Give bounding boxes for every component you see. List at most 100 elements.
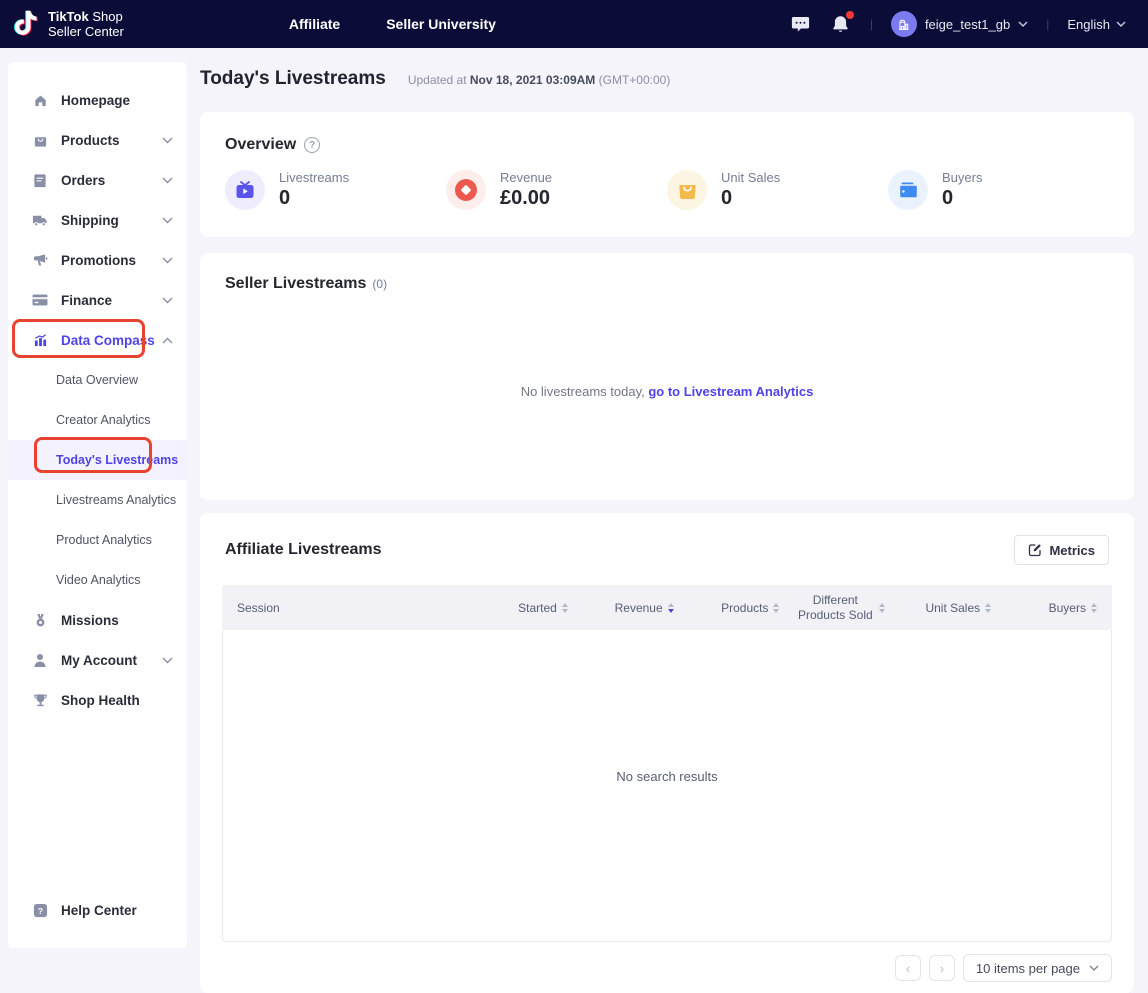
user-menu[interactable]: feige_test1_gb xyxy=(891,11,1028,37)
seller-livestreams-title: Seller Livestreams xyxy=(225,275,366,293)
sidebar-item-homepage[interactable]: Homepage xyxy=(8,80,187,120)
column-revenue: Revenue xyxy=(568,601,674,615)
sidebar-item-my-account[interactable]: My Account xyxy=(8,640,187,680)
chevron-down-icon xyxy=(162,257,173,264)
metrics-button-label: Metrics xyxy=(1049,543,1095,558)
finance-icon xyxy=(32,292,48,308)
unit-sales-bag-icon xyxy=(667,170,707,210)
svg-text:?: ? xyxy=(37,905,42,915)
overview-title: Overview xyxy=(225,136,296,154)
sidebar-item-data-compass[interactable]: Data Compass xyxy=(8,320,187,360)
logo-brand: TikTok xyxy=(48,9,89,24)
table-body-empty: No search results xyxy=(222,630,1112,942)
seller-livestreams-card: Seller Livestreams (0) No livestreams to… xyxy=(200,253,1134,500)
missions-icon xyxy=(32,612,48,628)
chevron-down-icon xyxy=(1116,21,1126,27)
chevron-down-icon xyxy=(1089,965,1099,971)
metrics-button[interactable]: Metrics xyxy=(1014,535,1109,565)
metric-label: Livestreams xyxy=(279,170,349,185)
seller-livestreams-title-row: Seller Livestreams (0) xyxy=(225,275,1109,293)
updated-prefix: Updated at xyxy=(408,73,467,87)
nav-affiliate[interactable]: Affiliate xyxy=(289,16,340,32)
language-selector[interactable]: English xyxy=(1067,17,1126,32)
items-per-page-label: 10 items per page xyxy=(976,961,1080,976)
updated-time: Nov 18, 2021 03:09AM xyxy=(470,73,595,87)
sidebar-subitem-product-analytics[interactable]: Product Analytics xyxy=(8,520,187,560)
column-label: Buyers xyxy=(1049,601,1086,615)
no-results-message: No search results xyxy=(616,769,717,784)
metric-label: Revenue xyxy=(500,170,552,185)
sidebar-item-label: Data Compass xyxy=(61,333,162,348)
metric-label: Unit Sales xyxy=(721,170,780,185)
sidebar-subitem-data-overview[interactable]: Data Overview xyxy=(8,360,187,400)
help-icon: ? xyxy=(32,902,48,918)
next-page-button[interactable]: › xyxy=(929,955,955,981)
page-title: Today's Livestreams xyxy=(200,68,386,90)
metric-revenue: Revenue £0.00 xyxy=(446,170,667,210)
sidebar-item-label: Shipping xyxy=(61,213,162,228)
sidebar-item-shipping[interactable]: Shipping xyxy=(8,200,187,240)
sidebar-item-help-center[interactable]: ? Help Center xyxy=(8,890,187,930)
sort-icon[interactable] xyxy=(1091,603,1097,613)
column-label: Started xyxy=(518,601,557,615)
sidebar-item-promotions[interactable]: Promotions xyxy=(8,240,187,280)
chevron-down-icon xyxy=(162,217,173,224)
chevron-down-icon xyxy=(1018,21,1028,27)
updated-timestamp: Updated at Nov 18, 2021 03:09AM (GMT+00:… xyxy=(408,73,671,87)
sidebar-subitem-label: Creator Analytics xyxy=(56,413,150,427)
items-per-page-select[interactable]: 10 items per page xyxy=(963,954,1112,982)
livestream-analytics-link[interactable]: go to Livestream Analytics xyxy=(648,384,813,399)
logo-brand-suffix: Shop xyxy=(92,9,122,24)
products-icon xyxy=(32,132,48,148)
metric-unit-sales: Unit Sales 0 xyxy=(667,170,888,210)
data-compass-icon xyxy=(32,332,48,348)
empty-message: No livestreams today, xyxy=(521,384,645,399)
sidebar-subitem-creator-analytics[interactable]: Creator Analytics xyxy=(8,400,187,440)
chevron-down-icon xyxy=(162,177,173,184)
overview-metrics: Livestreams 0 Revenue £0.00 Unit Sales xyxy=(225,170,1109,210)
affiliate-header-row: Affiliate Livestreams Metrics xyxy=(222,535,1112,565)
column-buyers: Buyers xyxy=(991,601,1097,615)
overview-title-row: Overview ? xyxy=(225,136,1109,154)
help-question-icon[interactable]: ? xyxy=(304,137,320,153)
topbar-separator: | xyxy=(870,17,873,31)
sidebar-item-products[interactable]: Products xyxy=(8,120,187,160)
nav-seller-university[interactable]: Seller University xyxy=(386,16,496,32)
shop-health-icon xyxy=(32,692,48,708)
chevron-down-icon xyxy=(162,137,173,144)
metric-livestreams: Livestreams 0 xyxy=(225,170,446,210)
page-header: Today's Livestreams Updated at Nov 18, 2… xyxy=(200,62,1134,90)
shipping-icon xyxy=(32,212,48,228)
orders-icon xyxy=(32,172,48,188)
livestream-tv-icon xyxy=(225,170,265,210)
topbar-separator: | xyxy=(1046,17,1049,31)
tiktok-shop-logo[interactable]: TikTok Shop Seller Center xyxy=(14,9,124,39)
main-content: Today's Livestreams Updated at Nov 18, 2… xyxy=(200,62,1134,965)
sidebar-item-shop-health[interactable]: Shop Health xyxy=(8,680,187,720)
topbar-nav: Affiliate Seller University xyxy=(289,16,496,32)
sidebar-item-missions[interactable]: Missions xyxy=(8,600,187,640)
sidebar-item-orders[interactable]: Orders xyxy=(8,160,187,200)
sidebar: Homepage Products Orders Shipping Promot… xyxy=(8,62,187,948)
notification-bell-icon[interactable] xyxy=(830,13,852,35)
sidebar-item-finance[interactable]: Finance xyxy=(8,280,187,320)
prev-page-button[interactable]: ‹ xyxy=(895,955,921,981)
sidebar-item-label: Finance xyxy=(61,293,162,308)
seller-empty-state: No livestreams today, go to Livestream A… xyxy=(200,384,1134,399)
metric-value: 0 xyxy=(721,187,780,210)
chat-icon[interactable] xyxy=(790,13,812,35)
chevron-up-icon xyxy=(162,337,173,344)
logo-line2: Seller Center xyxy=(48,24,124,39)
affiliate-livestreams-title: Affiliate Livestreams xyxy=(225,541,382,559)
chevron-down-icon xyxy=(162,657,173,664)
metric-value: 0 xyxy=(942,187,982,210)
sidebar-subitem-livestreams-analytics[interactable]: Livestreams Analytics xyxy=(8,480,187,520)
sidebar-subitem-todays-livestreams[interactable]: Today's Livestreams xyxy=(8,440,187,480)
sidebar-subitem-label: Today's Livestreams xyxy=(56,453,178,467)
sidebar-subitem-label: Data Overview xyxy=(56,373,138,387)
sidebar-subitem-video-analytics[interactable]: Video Analytics xyxy=(8,560,187,600)
sidebar-item-label: Products xyxy=(61,133,162,148)
topbar-right: | feige_test1_gb | English xyxy=(790,11,1126,37)
sidebar-item-label: Promotions xyxy=(61,253,162,268)
username: feige_test1_gb xyxy=(925,17,1010,32)
